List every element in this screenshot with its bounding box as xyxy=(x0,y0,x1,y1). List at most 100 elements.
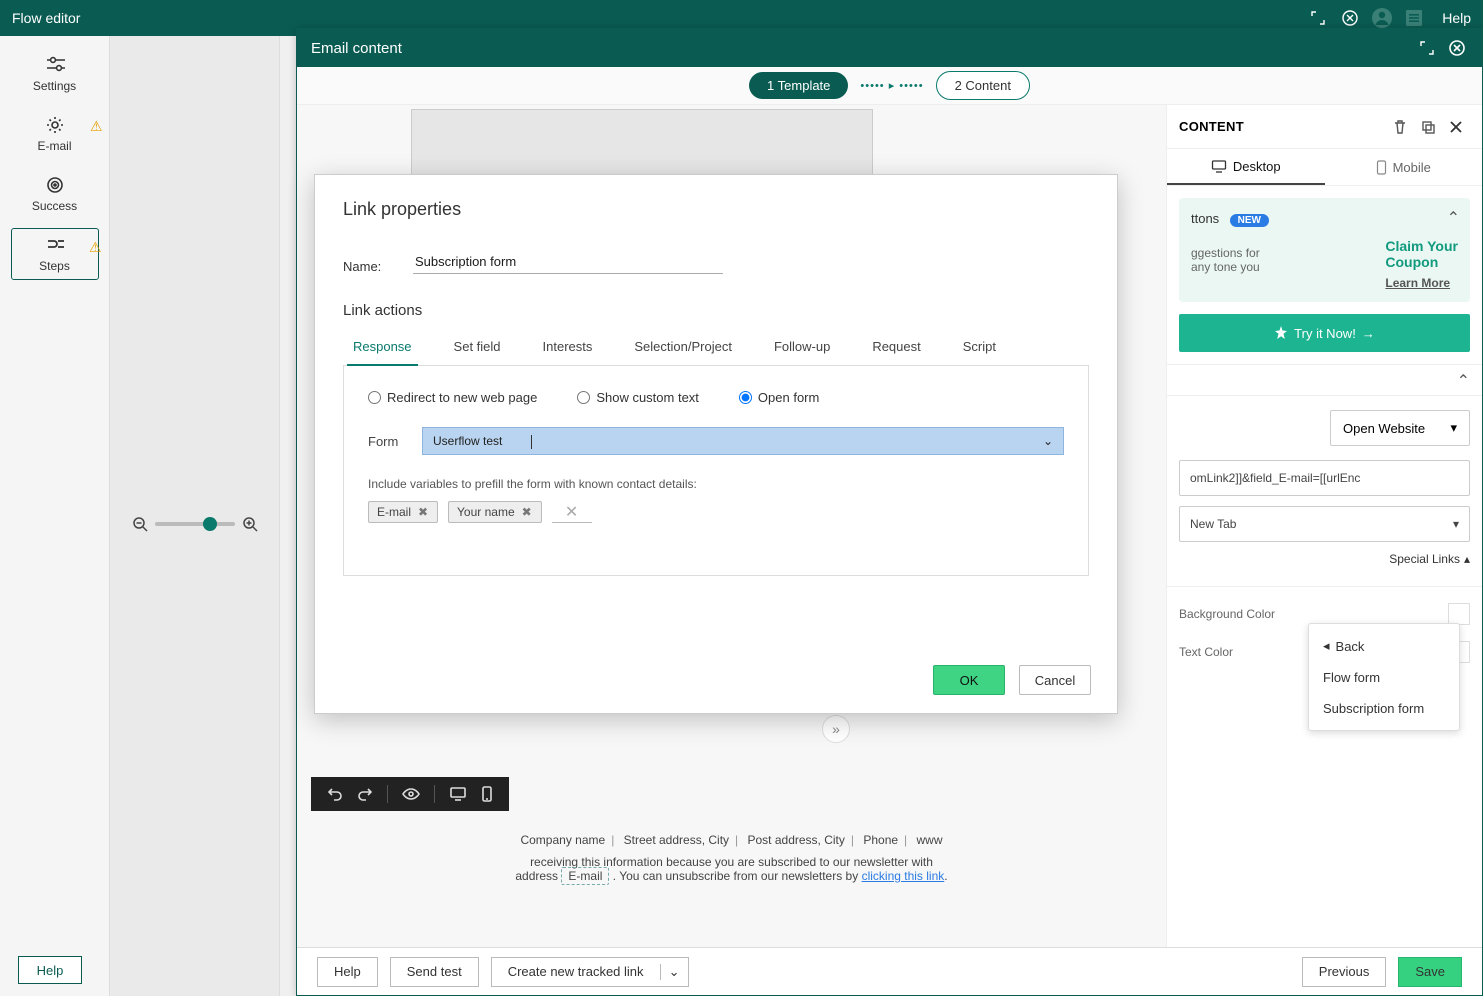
nav-label: Success xyxy=(32,199,77,213)
warning-icon: ⚠ xyxy=(90,118,103,135)
nav-success[interactable]: Success xyxy=(11,168,99,220)
chevron-up-icon[interactable]: ⌃ xyxy=(1447,208,1460,228)
help-button-bottom[interactable]: Help xyxy=(18,956,82,984)
previous-button[interactable]: Previous xyxy=(1302,957,1387,987)
footer-www: www xyxy=(917,833,943,847)
fullscreen-icon[interactable] xyxy=(1306,6,1330,30)
desktop-icon[interactable] xyxy=(449,787,467,801)
expand-icon[interactable] xyxy=(1416,37,1438,59)
bgcolor-label: Background Color xyxy=(1179,607,1275,621)
chevron-down-icon: ⌄ xyxy=(1043,434,1053,448)
special-links-toggle[interactable]: Special Links▴ xyxy=(1179,552,1470,566)
tab-request[interactable]: Request xyxy=(866,329,926,365)
zoom-track[interactable] xyxy=(155,522,235,526)
mobile-icon[interactable] xyxy=(481,786,493,802)
menu-subscription-form[interactable]: Subscription form xyxy=(1309,693,1459,724)
trash-icon[interactable] xyxy=(1386,113,1414,141)
zoom-in-icon[interactable] xyxy=(241,515,259,533)
target-dropdown[interactable]: New Tab ▾ xyxy=(1179,506,1470,542)
footer-company: Company name xyxy=(520,833,605,847)
undo-icon[interactable] xyxy=(327,786,343,802)
chevron-down-icon[interactable]: ⌄ xyxy=(660,964,688,980)
close-icon[interactable] xyxy=(1446,37,1468,59)
text-cursor xyxy=(531,435,532,449)
send-test-button[interactable]: Send test xyxy=(390,957,479,987)
tab-script[interactable]: Script xyxy=(957,329,1002,365)
eye-icon[interactable] xyxy=(402,787,420,801)
tab-desktop[interactable]: Desktop xyxy=(1167,149,1325,185)
canvas-strip xyxy=(110,36,280,996)
preview-toolbar xyxy=(311,777,509,811)
remove-chip-icon[interactable]: ✖ xyxy=(521,506,533,518)
action-type-dropdown[interactable]: Open Website ▾ xyxy=(1330,410,1470,446)
duplicate-icon[interactable] xyxy=(1414,113,1442,141)
redo-icon[interactable] xyxy=(357,786,373,802)
add-chip-button[interactable]: ✕ xyxy=(552,502,592,523)
footer-help-button[interactable]: Help xyxy=(317,957,378,987)
ok-button[interactable]: OK xyxy=(933,665,1005,695)
wizard-steps: 1 Template ••••• ▸ ••••• 2 Content xyxy=(297,67,1482,105)
save-button[interactable]: Save xyxy=(1398,957,1462,987)
link-properties-dialog: Link properties Name: Link actions Respo… xyxy=(314,174,1118,714)
tab-interests[interactable]: Interests xyxy=(537,329,599,365)
chevron-up-icon[interactable]: ⌃ xyxy=(1457,371,1470,391)
try-it-button[interactable]: Try it Now! → xyxy=(1179,314,1470,352)
zoom-out-icon[interactable] xyxy=(131,515,149,533)
form-dropdown[interactable]: Userflow test ⌄ xyxy=(422,427,1064,455)
help-link-top[interactable]: Help xyxy=(1442,10,1471,26)
nav-label: Settings xyxy=(33,79,76,93)
special-links-menu: ◂ Back Flow form Subscription form xyxy=(1308,623,1460,731)
warning-icon: ⚠ xyxy=(89,239,102,256)
footer-unsub-link[interactable]: clicking this link xyxy=(862,869,945,883)
topbar-actions: Help xyxy=(1306,6,1471,30)
txtcolor-label: Text Color xyxy=(1179,645,1233,659)
tab-follow-up[interactable]: Follow-up xyxy=(768,329,836,365)
panel-footer: Help Send test Create new tracked link ⌄… xyxy=(297,947,1482,995)
user-icon[interactable] xyxy=(1370,6,1394,30)
learn-more-link[interactable]: Learn More xyxy=(1385,276,1450,290)
chip-your-name[interactable]: Your name ✖ xyxy=(448,501,542,523)
prefill-chips: E-mail ✖ Your name ✖ ✕ xyxy=(368,501,1064,523)
menu-back[interactable]: ◂ Back xyxy=(1309,630,1459,662)
step-1[interactable]: 1 Template xyxy=(749,72,848,99)
tab-selection-project[interactable]: Selection/Project xyxy=(628,329,738,365)
nav-label: E-mail xyxy=(37,139,71,153)
nav-email[interactable]: E-mail ⚠ xyxy=(11,108,99,160)
chip-email[interactable]: E-mail ✖ xyxy=(368,501,438,523)
chevron-down-icon: ▾ xyxy=(1450,420,1457,436)
sidepanel-expand-handle[interactable]: » xyxy=(822,715,850,743)
radio-open-form[interactable]: Open form xyxy=(739,390,819,405)
device-tabs: Desktop Mobile xyxy=(1167,149,1482,186)
zoom-control[interactable] xyxy=(131,52,259,996)
promo-box: ttons NEW ⌃ ggestions for any tone you C… xyxy=(1179,198,1470,302)
panel-title: Email content xyxy=(311,40,402,57)
bgcolor-swatch[interactable] xyxy=(1448,603,1470,625)
nav-settings[interactable]: Settings xyxy=(11,48,99,100)
chevron-down-icon: ▾ xyxy=(1453,517,1459,531)
zoom-handle[interactable] xyxy=(203,517,217,531)
sidepanel-title: CONTENT xyxy=(1179,119,1386,134)
create-tracked-link-button[interactable]: Create new tracked link ⌄ xyxy=(491,957,689,987)
cancel-button[interactable]: Cancel xyxy=(1019,665,1091,695)
promo-subtext: ggestions for any tone you xyxy=(1191,246,1385,290)
url-field[interactable]: omLink2]]&field_E-mail=[[urlEnc xyxy=(1179,460,1470,496)
menu-flow-form[interactable]: Flow form xyxy=(1309,662,1459,693)
tab-set-field[interactable]: Set field xyxy=(448,329,507,365)
promo-partial-text: ttons xyxy=(1191,211,1219,226)
close-sidepanel-icon[interactable] xyxy=(1442,113,1470,141)
tab-mobile[interactable]: Mobile xyxy=(1325,149,1483,185)
arrow-right-icon: → xyxy=(1362,326,1375,341)
menu-icon[interactable] xyxy=(1402,6,1426,30)
nav-steps[interactable]: Steps ⚠ xyxy=(11,228,99,280)
close-circle-icon[interactable] xyxy=(1338,6,1362,30)
app-title: Flow editor xyxy=(12,10,1306,26)
name-input[interactable] xyxy=(413,250,723,274)
tab-pane-response: Redirect to new web page Show custom tex… xyxy=(343,366,1089,576)
radio-redirect[interactable]: Redirect to new web page xyxy=(368,390,537,405)
radio-custom-text[interactable]: Show custom text xyxy=(577,390,699,405)
step-2[interactable]: 2 Content xyxy=(936,71,1030,100)
tab-response[interactable]: Response xyxy=(347,329,418,366)
nav-label: Steps xyxy=(39,259,70,273)
dialog-title: Link properties xyxy=(343,199,1089,220)
remove-chip-icon[interactable]: ✖ xyxy=(417,506,429,518)
